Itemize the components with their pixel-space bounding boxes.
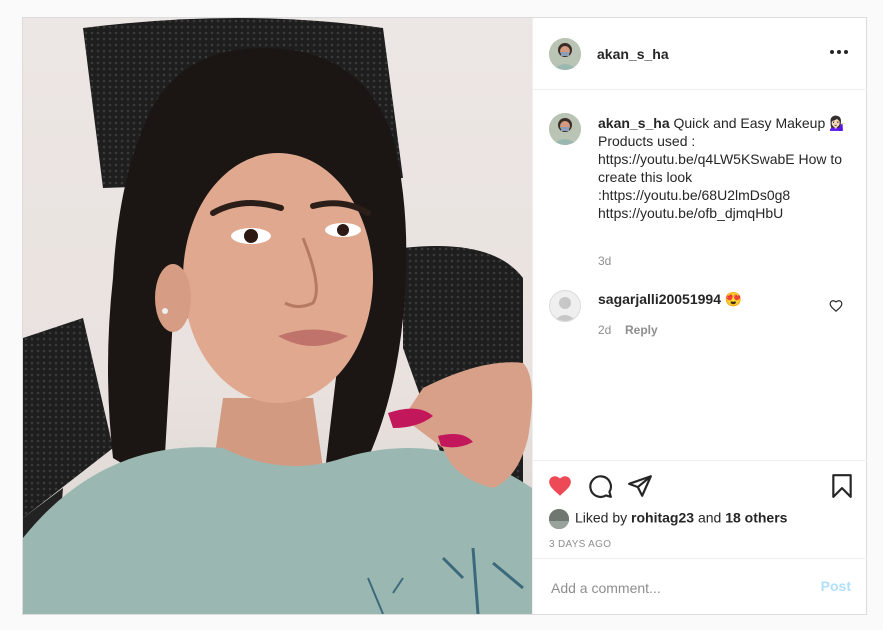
caption-text: akan_s_ha Quick and Easy Makeup 💁🏻‍♀️ Pr… [598, 114, 850, 222]
post-timestamp[interactable]: 3 DAYS AGO [549, 539, 611, 550]
post-card: akan_s_ha akan_s_ha Quick and Easy Makeu… [22, 17, 867, 615]
heart-filled-icon[interactable] [547, 473, 573, 499]
comment-icon[interactable] [587, 473, 613, 499]
bookmark-icon[interactable] [829, 473, 855, 499]
avatar-image [549, 38, 581, 70]
caption-age[interactable]: 3d [598, 254, 611, 268]
comment-username[interactable]: sagarjalli20051994 [598, 291, 721, 307]
caption-avatar[interactable] [549, 113, 581, 145]
post-actions: Liked by rohitag23 and 18 others 3 DAYS … [533, 460, 867, 614]
liker-username[interactable]: rohitag23 [631, 510, 694, 526]
post-header: akan_s_ha [533, 18, 867, 90]
comment-age[interactable]: 2d [598, 323, 611, 337]
likes-summary: Liked by rohitag23 and 18 others [549, 509, 787, 529]
dot [830, 50, 834, 54]
comment-reply-button[interactable]: Reply [625, 323, 658, 337]
avatar-image [549, 113, 581, 145]
author-avatar[interactable] [549, 38, 581, 70]
reply-label[interactable]: Reply [625, 323, 658, 337]
commenter-avatar[interactable] [549, 290, 581, 322]
post-side-panel: akan_s_ha akan_s_ha Quick and Easy Makeu… [532, 18, 867, 614]
liker-avatar[interactable] [549, 509, 569, 529]
comment-like-heart-outline-icon[interactable] [829, 299, 843, 313]
likes-prefix: Liked by [575, 509, 628, 526]
author-username[interactable]: akan_s_ha [597, 46, 669, 62]
comment-body: 😍 [724, 291, 743, 307]
dot [844, 50, 848, 54]
paper-plane-icon[interactable] [627, 473, 653, 499]
dot [837, 50, 841, 54]
add-comment-bar: Post [533, 558, 867, 614]
likes-others-link[interactable]: 18 others [725, 510, 787, 526]
caption-username[interactable]: akan_s_ha [598, 115, 670, 131]
avatar-image [549, 509, 569, 529]
likes-joiner: and [697, 509, 722, 526]
comment-text: sagarjalli20051994 😍 [598, 290, 850, 308]
add-comment-input[interactable] [549, 576, 803, 600]
selfie-image [23, 18, 532, 614]
comments-list: akan_s_ha Quick and Easy Makeup 💁🏻‍♀️ Pr… [533, 90, 867, 460]
more-options-icon[interactable] [827, 40, 851, 64]
post-comment-button[interactable]: Post [821, 578, 851, 594]
post-photo[interactable] [23, 18, 532, 614]
default-avatar-icon [554, 297, 576, 321]
